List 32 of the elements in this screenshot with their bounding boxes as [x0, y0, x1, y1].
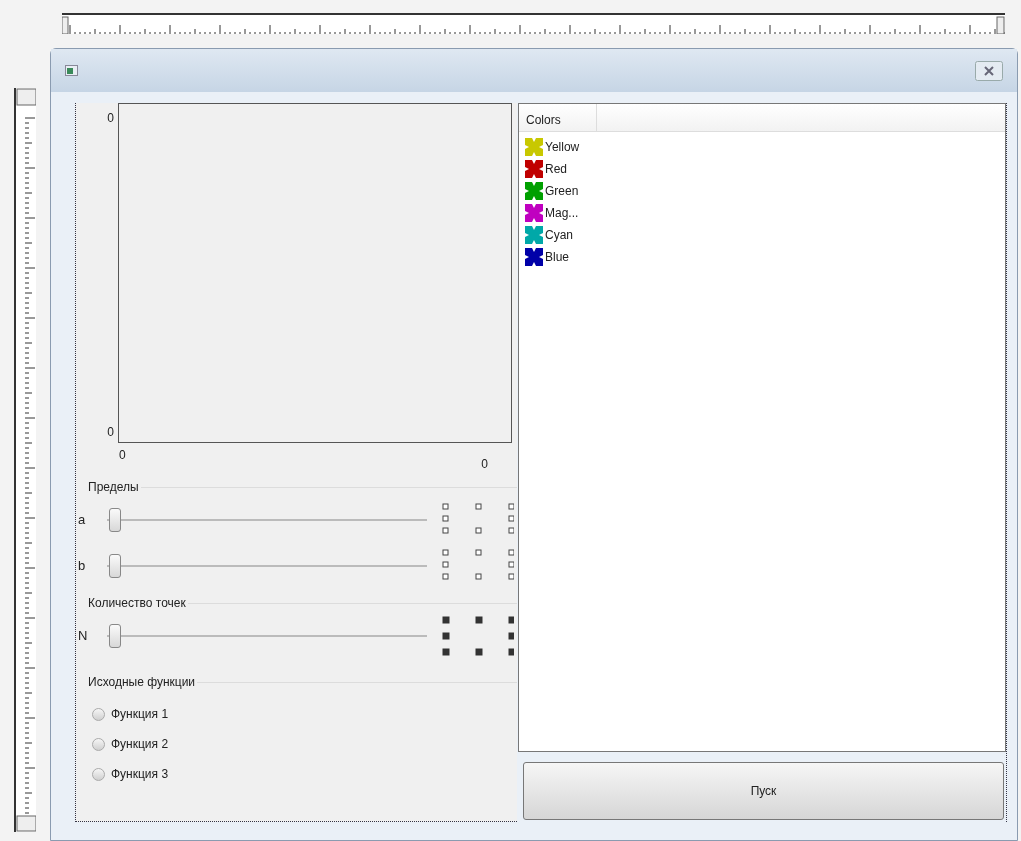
group-title: Пределы — [88, 479, 139, 496]
resize-handle-icon[interactable] — [442, 616, 514, 656]
group-title: Количество точек — [88, 595, 186, 612]
resize-handle-icon[interactable] — [442, 503, 514, 537]
window-icon — [65, 65, 78, 76]
slider[interactable] — [107, 624, 427, 648]
y-axis-label: 0 — [107, 424, 114, 441]
list-item[interactable]: Cyan — [524, 224, 575, 246]
resize-handle-icon[interactable] — [442, 549, 514, 583]
list-item[interactable]: Green — [524, 180, 581, 202]
run-button[interactable]: Пуск — [523, 762, 1004, 820]
slider[interactable] — [107, 508, 427, 532]
slider-label: a — [78, 511, 87, 530]
slider-label: N — [78, 627, 89, 646]
slider-thumb[interactable] — [109, 554, 121, 578]
group-title: Исходные функции — [88, 674, 196, 691]
x-axis-label: 0 — [481, 456, 488, 473]
close-icon[interactable] — [975, 60, 1003, 81]
list-item[interactable]: Blue — [524, 246, 572, 268]
radio-option[interactable]: Функция 3 — [92, 759, 517, 789]
slider-thumb[interactable] — [109, 624, 121, 648]
list-item[interactable]: Mag... — [524, 202, 581, 224]
radio-option[interactable]: Функция 1 — [92, 699, 517, 729]
radio-option[interactable]: Функция 2 — [92, 729, 517, 759]
slider[interactable] — [107, 554, 427, 578]
y-axis-label: 0 — [107, 110, 114, 127]
slider-thumb[interactable] — [109, 508, 121, 532]
column-header[interactable]: Colors — [519, 104, 597, 131]
slider-label: b — [78, 557, 87, 576]
x-axis-label: 0 — [119, 447, 126, 464]
list-item[interactable]: Yellow — [524, 136, 582, 158]
list-item[interactable]: Red — [524, 158, 569, 180]
